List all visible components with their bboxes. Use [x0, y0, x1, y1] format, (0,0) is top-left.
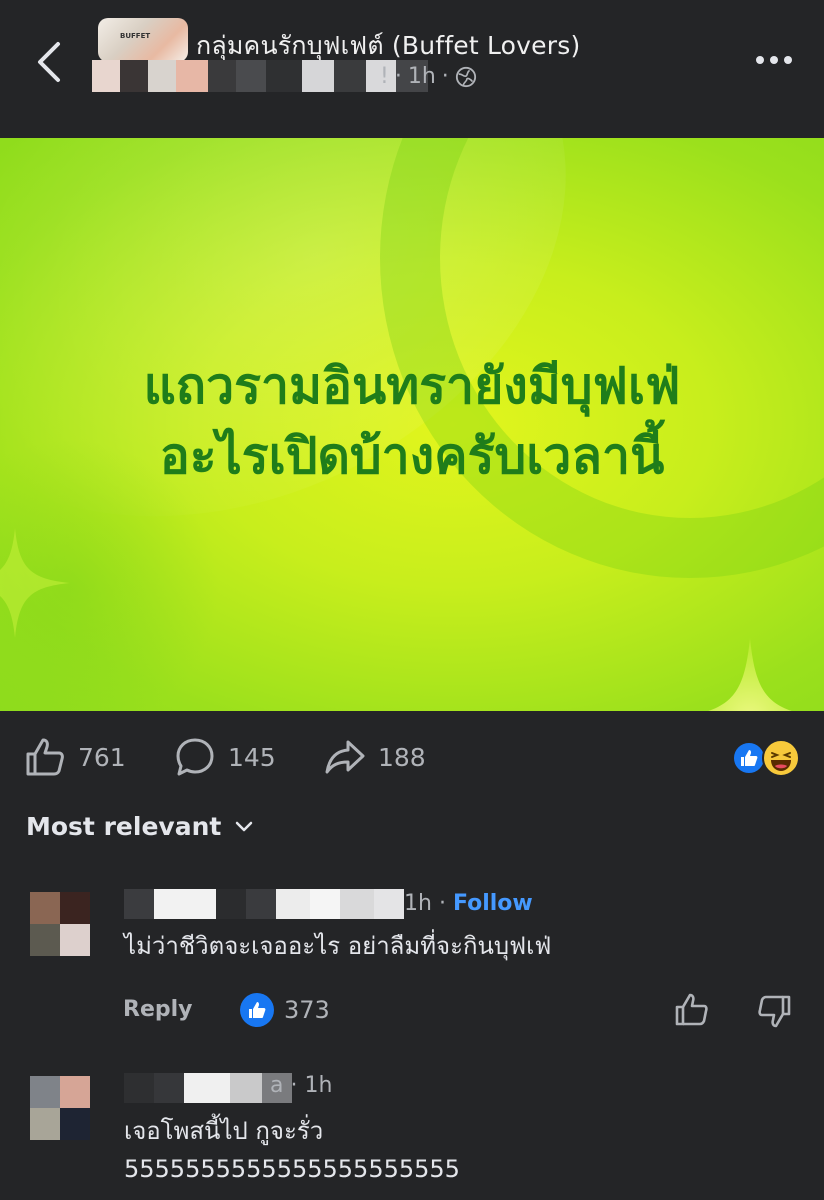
share-count: 188	[378, 742, 426, 772]
meta-separator: ·	[438, 891, 446, 916]
post-meta: ! · 1h ·	[380, 64, 477, 89]
comment-sort-dropdown[interactable]: Most relevant	[26, 812, 253, 841]
comment-text-line-1: เจอโพสนี้ไป กูจะรั่ว	[124, 1117, 324, 1145]
comment-text-line-2: 5555555555555555555555	[124, 1155, 460, 1183]
author-name-fragment: !	[380, 64, 389, 89]
comment-count: 145	[228, 742, 276, 772]
thumbs-down-icon[interactable]	[756, 993, 792, 1029]
sparkle-shape	[708, 638, 792, 711]
comment-time: 1h	[304, 1073, 333, 1098]
comment-button[interactable]: 145	[174, 737, 276, 777]
comment-meta: 1h · Follow	[404, 891, 533, 916]
post-time: 1h	[407, 64, 436, 89]
like-count: 761	[78, 742, 126, 772]
haha-emoji-icon	[762, 739, 800, 777]
comment-bubble-icon	[176, 738, 214, 776]
comment-time: 1h	[404, 891, 432, 916]
comment-text: ไม่ว่าชีวิตจะเจออะไร อย่าลืมที่จะกินบุฟเ…	[124, 932, 552, 960]
post-actions: 761 145 188	[0, 725, 824, 791]
like-button[interactable]: 761	[24, 737, 126, 777]
meta-separator: ·	[290, 1073, 298, 1098]
share-button[interactable]: 188	[324, 737, 426, 777]
sort-label: Most relevant	[26, 812, 222, 841]
post-image-text-line-2: อะไรเปิดบ้างครับเวลานี้	[159, 427, 665, 485]
like-icon	[732, 741, 766, 775]
post-header: BUFFET กลุ่มคนรักบุฟเฟต์ (Buffet Lovers)…	[0, 0, 824, 138]
follow-button[interactable]: Follow	[453, 891, 533, 916]
meta-separator-2: ·	[441, 64, 449, 89]
author-name-redacted[interactable]	[92, 60, 428, 92]
share-arrow-icon	[325, 740, 365, 774]
commenter-name-redacted[interactable]	[124, 889, 404, 919]
chevron-down-icon	[236, 821, 253, 831]
like-icon	[240, 993, 274, 1027]
back-arrow-icon[interactable]	[30, 38, 70, 86]
reply-button[interactable]: Reply	[123, 997, 193, 1022]
group-avatar[interactable]: BUFFET	[98, 18, 188, 62]
comment-text: เจอโพสนี้ไป กูจะรั่ว 5555555555555555555…	[124, 1112, 460, 1188]
comment-like-count: 373	[284, 996, 330, 1024]
comment-meta: a · 1h	[270, 1073, 332, 1098]
post-image-text-line-1: แถวรามอินทรายังมีบุฟเฟ่	[143, 357, 681, 415]
post-image[interactable]: แถวรามอินทรายังมีบุฟเฟ่ อะไรเปิดบ้างครับ…	[0, 138, 824, 711]
globe-icon	[455, 66, 476, 87]
meta-separator: ·	[394, 64, 402, 89]
commenter-name-fragment: a	[270, 1073, 284, 1098]
sparkle-shape-small	[0, 528, 70, 638]
post-image-text: แถวรามอินทรายังมีบุฟเฟ่ อะไรเปิดบ้างครับ…	[0, 351, 824, 491]
comment-avatar[interactable]	[30, 1076, 90, 1140]
comment-avatar[interactable]	[30, 892, 90, 956]
thumbs-up-icon[interactable]	[674, 992, 710, 1028]
reaction-summary[interactable]	[732, 739, 802, 779]
commenter-name-redacted[interactable]	[124, 1073, 292, 1103]
group-avatar-tag: BUFFET	[120, 32, 151, 40]
more-options-icon[interactable]	[754, 48, 794, 72]
comment-like-summary[interactable]: 373	[240, 993, 330, 1027]
thumbs-up-icon	[26, 738, 64, 776]
